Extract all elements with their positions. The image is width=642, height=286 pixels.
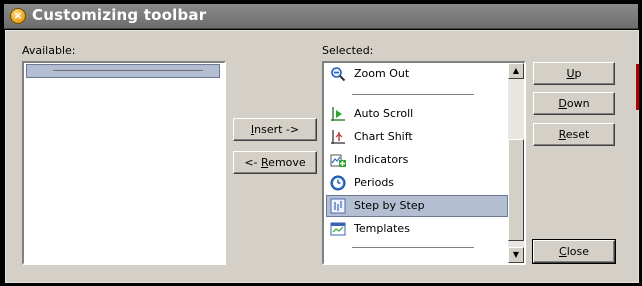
list-item-label: Indicators [354, 153, 409, 166]
scroll-thumb[interactable] [508, 139, 524, 241]
close-icon[interactable]: × [10, 8, 26, 24]
list-item-label: Chart Shift [354, 130, 413, 143]
reset-button[interactable]: Reset [533, 123, 615, 146]
list-item-label: Periods [354, 176, 395, 189]
list-item-auto-scroll[interactable]: Auto Scroll [326, 103, 508, 125]
vertical-scrollbar[interactable]: ▲ ▼ [508, 63, 524, 263]
selected-list[interactable]: Zoom Out Auto Scroll Chart Shift Indicat… [322, 61, 526, 265]
step-by-step-icon [330, 198, 346, 214]
list-item-label: Templates [354, 222, 410, 235]
close-button-label: Close [559, 245, 589, 258]
available-label: Available: [22, 44, 76, 57]
down-button-label: Down [558, 97, 590, 110]
window-edge-marker [636, 64, 639, 110]
up-button-label: Up [566, 67, 582, 80]
available-separator-item[interactable] [26, 64, 220, 78]
templates-icon [330, 222, 346, 236]
list-item-label: Auto Scroll [354, 107, 414, 120]
list-item-zoom-out[interactable]: Zoom Out [326, 63, 508, 85]
dialog-body: Available: Insert -> <- Remove Selected:… [5, 30, 639, 283]
available-list[interactable] [22, 61, 226, 265]
list-item-label: Step by Step [354, 199, 425, 212]
arrow-up-icon: ▲ [512, 66, 520, 75]
periods-icon [330, 175, 346, 191]
list-item-templates[interactable]: Templates [326, 218, 508, 240]
remove-button[interactable]: <- Remove [233, 151, 317, 174]
selected-label: Selected: [322, 44, 374, 57]
list-item-chart-shift[interactable]: Chart Shift [326, 126, 508, 148]
list-item-step-by-step[interactable]: Step by Step [326, 195, 508, 217]
indicators-icon [330, 154, 346, 167]
list-separator[interactable] [352, 94, 474, 95]
chart-shift-icon [331, 130, 345, 144]
zoom-out-icon [331, 67, 346, 82]
list-item-label: Zoom Out [354, 67, 410, 80]
customizing-toolbar-dialog: × Customizing toolbar Available: Insert … [0, 0, 642, 286]
insert-button-label: Insert -> [250, 123, 300, 136]
scroll-down-button[interactable]: ▼ [508, 247, 524, 263]
title-bar[interactable]: × Customizing toolbar [4, 4, 638, 29]
list-item-indicators[interactable]: Indicators [326, 149, 508, 171]
down-button[interactable]: Down [533, 92, 615, 115]
insert-button[interactable]: Insert -> [233, 118, 317, 141]
auto-scroll-icon [331, 107, 345, 121]
reset-button-label: Reset [558, 128, 590, 141]
list-separator[interactable] [352, 247, 474, 248]
close-button[interactable]: Close [532, 239, 616, 264]
remove-button-label: <- Remove [244, 156, 306, 169]
arrow-down-icon: ▼ [512, 250, 520, 259]
scroll-up-button[interactable]: ▲ [508, 63, 524, 79]
window-title: Customizing toolbar [32, 6, 207, 24]
up-button[interactable]: Up [533, 62, 615, 85]
list-item-periods[interactable]: Periods [326, 172, 508, 194]
separator-line [53, 70, 203, 71]
